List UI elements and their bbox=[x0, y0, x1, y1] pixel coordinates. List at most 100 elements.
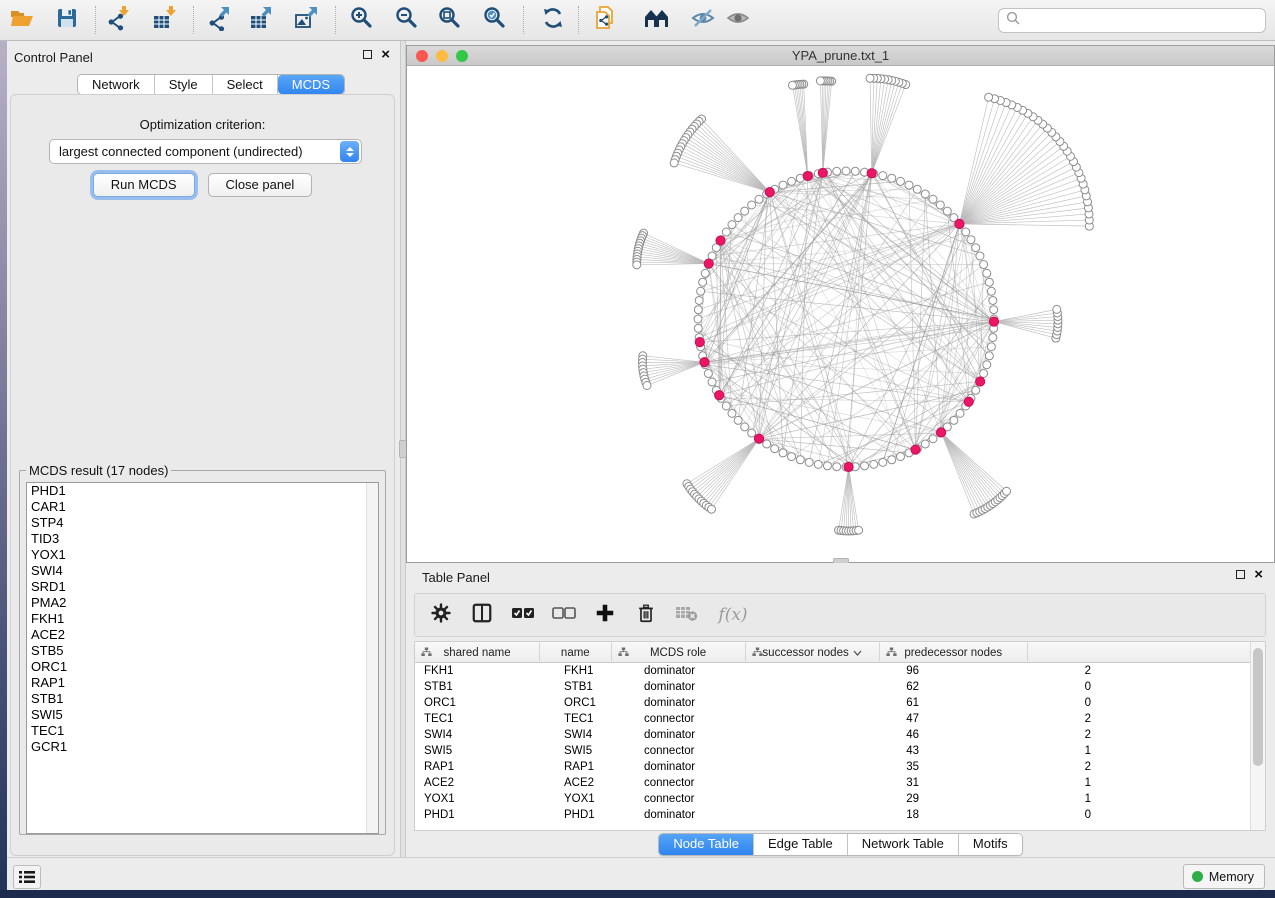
open-session-button[interactable] bbox=[4, 3, 40, 37]
mcds-result-item[interactable]: PHD1 bbox=[27, 483, 378, 499]
tab-node-table[interactable]: Node Table bbox=[659, 834, 754, 855]
table-cell[interactable]: connector bbox=[635, 711, 785, 727]
mcds-result-item[interactable]: TID3 bbox=[27, 531, 378, 547]
column-header-shared-name[interactable]: shared name bbox=[415, 642, 540, 663]
mcds-result-item[interactable]: ORC1 bbox=[27, 659, 378, 675]
table-cell[interactable]: 1 bbox=[935, 743, 1101, 759]
table-cell[interactable]: SWI4 bbox=[415, 727, 555, 743]
mcds-result-item[interactable]: SRD1 bbox=[27, 579, 378, 595]
table-cell[interactable]: ORC1 bbox=[555, 695, 635, 711]
table-cell[interactable]: 0 bbox=[935, 695, 1101, 711]
split-view-button[interactable] bbox=[470, 603, 494, 627]
table-cell[interactable]: dominator bbox=[635, 663, 785, 679]
table-row[interactable]: ORC1ORC1dominator610 bbox=[415, 695, 1251, 711]
first-neighbors-button[interactable] bbox=[639, 3, 675, 37]
table-cell[interactable]: 62 bbox=[785, 679, 935, 695]
tab-style[interactable]: Style bbox=[155, 75, 213, 94]
export-network-button[interactable] bbox=[202, 3, 238, 37]
table-cell[interactable]: 43 bbox=[785, 743, 935, 759]
column-header-MCDS-role[interactable]: MCDS role bbox=[612, 642, 746, 663]
mcds-result-item[interactable]: YOX1 bbox=[27, 547, 378, 563]
refresh-button[interactable] bbox=[535, 3, 571, 37]
table-cell[interactable]: 0 bbox=[935, 679, 1101, 695]
table-cell[interactable]: 61 bbox=[785, 695, 935, 711]
table-cell[interactable]: YOX1 bbox=[555, 791, 635, 807]
hide-selected-button[interactable] bbox=[685, 3, 721, 37]
table-cell[interactable]: FKH1 bbox=[555, 663, 635, 679]
mcds-result-item[interactable]: GCR1 bbox=[27, 739, 378, 755]
float-table-panel-icon[interactable] bbox=[1236, 570, 1245, 579]
table-cell[interactable]: dominator bbox=[635, 695, 785, 711]
table-cell[interactable]: dominator bbox=[635, 727, 785, 743]
mcds-result-item[interactable]: SWI5 bbox=[27, 707, 378, 723]
table-cell[interactable]: 47 bbox=[785, 711, 935, 727]
mcds-result-item[interactable]: STP4 bbox=[27, 515, 378, 531]
table-cell[interactable]: 96 bbox=[785, 663, 935, 679]
table-cell[interactable]: TEC1 bbox=[415, 711, 555, 727]
table-cell[interactable]: 2 bbox=[935, 711, 1101, 727]
table-cell[interactable]: YOX1 bbox=[415, 791, 555, 807]
column-header-name[interactable]: name bbox=[540, 642, 612, 663]
table-cell[interactable]: SWI5 bbox=[415, 743, 555, 759]
zoom-fit-button[interactable] bbox=[432, 3, 468, 37]
table-cell[interactable]: STB1 bbox=[555, 679, 635, 695]
table-cell[interactable]: 46 bbox=[785, 727, 935, 743]
table-cell[interactable]: dominator bbox=[635, 679, 785, 695]
zoom-selected-button[interactable] bbox=[477, 3, 513, 37]
float-panel-icon[interactable] bbox=[363, 50, 372, 59]
table-cell[interactable]: SWI5 bbox=[555, 743, 635, 759]
table-row[interactable]: TEC1TEC1connector472 bbox=[415, 711, 1251, 727]
table-cell[interactable]: SWI4 bbox=[555, 727, 635, 743]
column-header-predecessor-nodes[interactable]: predecessor nodes bbox=[880, 642, 1028, 663]
table-scrollbar[interactable] bbox=[1250, 642, 1265, 830]
network-from-file-button[interactable] bbox=[587, 3, 623, 37]
import-network-button[interactable] bbox=[100, 3, 136, 37]
close-panel-icon[interactable]: × bbox=[381, 50, 390, 59]
tab-network-table[interactable]: Network Table bbox=[848, 834, 959, 855]
table-cell[interactable]: 1 bbox=[935, 775, 1101, 791]
show-all-button[interactable] bbox=[720, 3, 756, 37]
table-cell[interactable]: ORC1 bbox=[415, 695, 555, 711]
table-row[interactable]: YOX1YOX1connector291 bbox=[415, 791, 1251, 807]
close-table-panel-icon[interactable]: × bbox=[1254, 570, 1263, 579]
table-cell[interactable]: 2 bbox=[935, 663, 1101, 679]
mcds-result-item[interactable]: SWI4 bbox=[27, 563, 378, 579]
mcds-result-item[interactable]: CAR1 bbox=[27, 499, 378, 515]
table-cell[interactable]: RAP1 bbox=[415, 759, 555, 775]
table-row[interactable]: PHD1PHD1dominator180 bbox=[415, 807, 1251, 823]
table-cell[interactable]: FKH1 bbox=[415, 663, 555, 679]
table-cell[interactable]: 2 bbox=[935, 759, 1101, 775]
run-mcds-button[interactable]: Run MCDS bbox=[93, 173, 195, 197]
table-cell[interactable]: 18 bbox=[785, 807, 935, 823]
table-cell[interactable]: TEC1 bbox=[555, 711, 635, 727]
table-row[interactable]: ACE2ACE2connector311 bbox=[415, 775, 1251, 791]
table-row[interactable]: STB1STB1dominator620 bbox=[415, 679, 1251, 695]
mcds-result-item[interactable]: STB5 bbox=[27, 643, 378, 659]
import-table-button[interactable] bbox=[147, 3, 183, 37]
table-cell[interactable]: PHD1 bbox=[555, 807, 635, 823]
mcds-result-item[interactable]: PMA2 bbox=[27, 595, 378, 611]
table-cell[interactable]: RAP1 bbox=[555, 759, 635, 775]
export-image-button[interactable] bbox=[289, 3, 325, 37]
table-row[interactable]: FKH1FKH1dominator962 bbox=[415, 663, 1251, 679]
mcds-result-item[interactable]: RAP1 bbox=[27, 675, 378, 691]
table-cell[interactable]: 2 bbox=[935, 727, 1101, 743]
memory-button[interactable]: Memory bbox=[1183, 864, 1265, 889]
table-cell[interactable]: 31 bbox=[785, 775, 935, 791]
table-cell[interactable]: connector bbox=[635, 743, 785, 759]
select-all-columns-button[interactable] bbox=[511, 603, 535, 627]
mcds-result-item[interactable]: STB1 bbox=[27, 691, 378, 707]
table-cell[interactable]: dominator bbox=[635, 807, 785, 823]
table-scrollbar-thumb[interactable] bbox=[1253, 648, 1263, 766]
tab-network[interactable]: Network bbox=[78, 75, 155, 94]
table-cell[interactable]: ACE2 bbox=[415, 775, 555, 791]
tab-select[interactable]: Select bbox=[213, 75, 278, 94]
add-column-button[interactable] bbox=[593, 603, 617, 627]
export-table-button[interactable] bbox=[244, 3, 280, 37]
table-cell[interactable]: 29 bbox=[785, 791, 935, 807]
save-session-button[interactable] bbox=[49, 3, 85, 37]
criterion-select[interactable]: largest connected component (undirected) bbox=[49, 139, 362, 164]
search-box[interactable] bbox=[998, 8, 1266, 33]
task-history-button[interactable] bbox=[13, 865, 41, 889]
table-cell[interactable]: 1 bbox=[935, 791, 1101, 807]
